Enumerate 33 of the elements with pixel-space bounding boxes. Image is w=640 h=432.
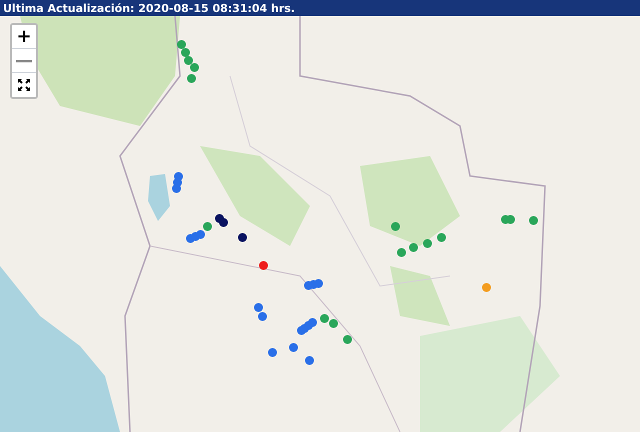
map-marker[interactable] <box>409 243 418 252</box>
map-marker[interactable] <box>529 216 538 225</box>
fullscreen-icon <box>18 79 30 91</box>
map-marker[interactable] <box>259 261 268 270</box>
map-marker[interactable] <box>219 218 228 227</box>
map-marker[interactable] <box>181 48 190 57</box>
map-marker[interactable] <box>190 63 199 72</box>
map-marker[interactable] <box>174 172 183 181</box>
map-marker[interactable] <box>506 215 515 224</box>
map-marker[interactable] <box>397 248 406 257</box>
map-marker[interactable] <box>482 283 491 292</box>
map-marker[interactable] <box>305 356 314 365</box>
map-marker[interactable] <box>329 319 338 328</box>
map-marker[interactable] <box>258 312 267 321</box>
map-marker[interactable] <box>308 318 317 327</box>
map-marker[interactable] <box>172 184 181 193</box>
map-marker[interactable] <box>320 314 329 323</box>
map-marker[interactable] <box>289 343 298 352</box>
map-marker[interactable] <box>254 303 263 312</box>
map-marker[interactable] <box>343 335 352 344</box>
map-marker[interactable] <box>238 233 247 242</box>
map-marker[interactable] <box>314 279 323 288</box>
last-update-text: Ultima Actualización: 2020-08-15 08:31:04 hrs. <box>3 2 295 14</box>
map-marker[interactable] <box>203 222 212 231</box>
map-marker[interactable] <box>177 40 186 49</box>
map-marker[interactable] <box>187 74 196 83</box>
fullscreen-button[interactable] <box>12 73 36 97</box>
map-marker[interactable] <box>437 233 446 242</box>
zoom-in-button[interactable]: + <box>12 25 36 49</box>
map-marker[interactable] <box>184 56 193 65</box>
map-marker[interactable] <box>196 230 205 239</box>
map-marker[interactable] <box>268 348 277 357</box>
map-marker[interactable] <box>423 239 432 248</box>
